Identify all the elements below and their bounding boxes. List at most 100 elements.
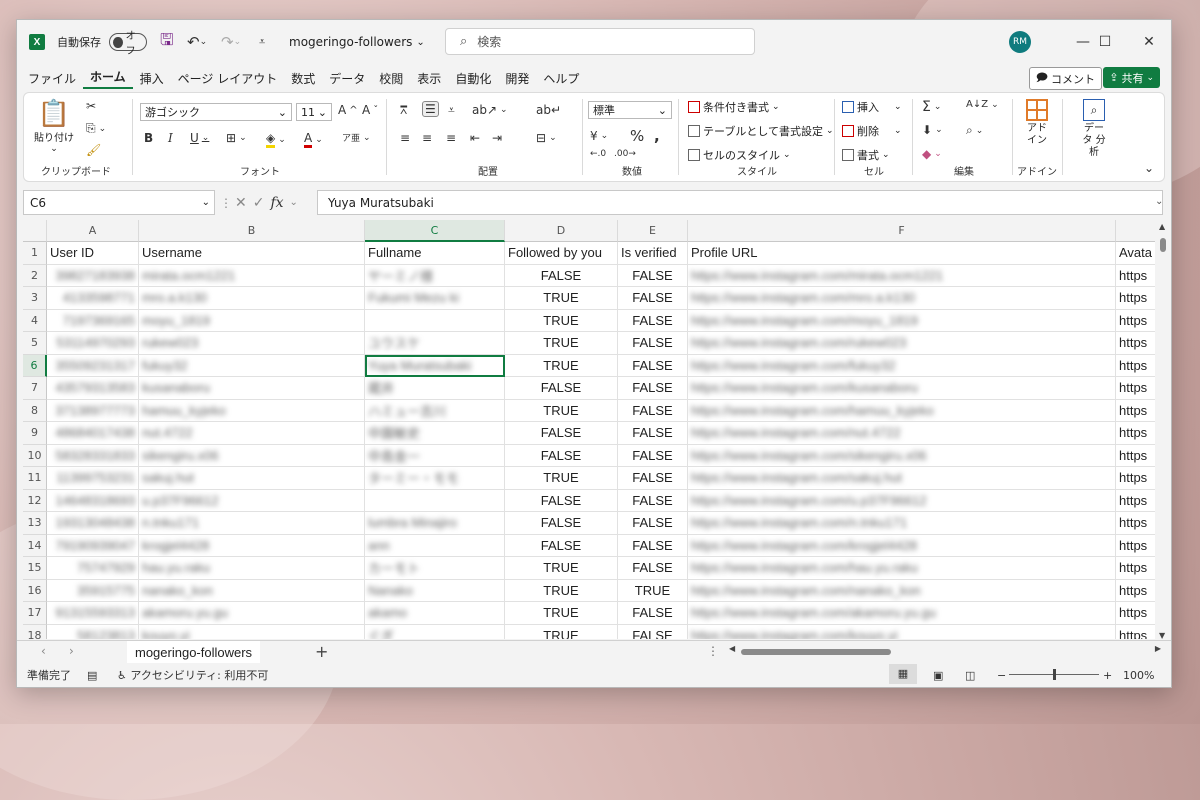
tab-file[interactable]: ファイル bbox=[21, 70, 83, 87]
table-cell[interactable]: ハミュー吉川 bbox=[365, 399, 505, 422]
table-cell[interactable]: FALSE bbox=[505, 264, 618, 287]
column-header[interactable]: E bbox=[618, 220, 688, 242]
search-box[interactable]: ⌕ 検索 bbox=[445, 28, 755, 55]
table-cell[interactable]: 7197369165 bbox=[47, 309, 139, 332]
autosave-toggle[interactable]: オフ bbox=[109, 20, 147, 64]
table-cell[interactable]: https bbox=[1116, 287, 1155, 310]
sheet-tab[interactable]: mogeringo-followers bbox=[127, 641, 261, 665]
customize-qat-icon[interactable]: ⩡ bbox=[259, 20, 265, 64]
zoom-out-icon[interactable]: − bbox=[997, 669, 1006, 682]
table-cell[interactable]: TRUE bbox=[505, 399, 618, 422]
table-cell[interactable] bbox=[365, 309, 505, 332]
autosum-icon[interactable]: Σ ⌄ bbox=[922, 99, 941, 115]
table-cell[interactable]: FALSE bbox=[505, 534, 618, 557]
table-cell[interactable]: u.p37F96612 bbox=[139, 489, 365, 512]
row-header[interactable]: 15 bbox=[23, 557, 47, 580]
row-header[interactable]: 4 bbox=[23, 309, 47, 332]
table-cell[interactable]: https bbox=[1116, 332, 1155, 355]
table-cell[interactable]: https bbox=[1116, 490, 1155, 512]
table-cell[interactable]: 35915775 bbox=[47, 579, 139, 602]
table-cell[interactable]: TRUE bbox=[505, 332, 618, 355]
table-cell[interactable]: lumbra Minajiro bbox=[365, 512, 505, 535]
table-cell[interactable]: nut.4722 bbox=[139, 422, 365, 445]
currency-icon[interactable]: ¥ ⌄ bbox=[590, 129, 608, 143]
normal-view-icon[interactable]: ▦ bbox=[889, 664, 917, 684]
table-cell[interactable]: kusanaboru bbox=[139, 377, 365, 400]
table-cell[interactable]: 79190939047 bbox=[47, 534, 139, 557]
column-header[interactable] bbox=[1116, 220, 1155, 242]
spreadsheet-grid[interactable]: A B C D E F 1 2 3 4 5 6 7 8 9 10 11 12 13 14 15 16 17 18 User ID… bbox=[23, 220, 1155, 639]
table-cell[interactable]: 35509231317 bbox=[47, 354, 139, 377]
table-cell[interactable]: TRUE bbox=[505, 467, 618, 490]
column-header[interactable]: A bbox=[47, 220, 139, 242]
row-header[interactable]: 7 bbox=[23, 377, 47, 400]
cancel-icon[interactable]: ✕ bbox=[235, 195, 247, 211]
number-format-select[interactable]: 標準 ⌄ bbox=[588, 101, 672, 119]
table-cell[interactable]: fukuy32 bbox=[139, 354, 365, 377]
zoom-slider-handle[interactable] bbox=[1053, 669, 1056, 680]
table-cell[interactable]: https bbox=[1116, 467, 1155, 490]
addins-button[interactable]: アド イン bbox=[1020, 99, 1054, 147]
tab-page-layout[interactable]: ページ レイアウト bbox=[171, 70, 285, 87]
table-cell[interactable]: TRUE bbox=[505, 602, 618, 625]
table-cell[interactable]: kouyo.yi bbox=[139, 624, 365, 639]
scroll-down-icon[interactable]: ▼ bbox=[1159, 631, 1165, 640]
table-cell[interactable]: https bbox=[1116, 557, 1155, 580]
table-cell[interactable]: https://www.instagram.com/akamoru.yu.gu bbox=[688, 602, 1116, 625]
table-cell[interactable]: 58123813 bbox=[47, 624, 139, 639]
table-cell[interactable]: TRUE bbox=[505, 287, 618, 310]
table-cell[interactable]: https bbox=[1116, 265, 1155, 287]
table-cell[interactable]: FALSE bbox=[618, 534, 688, 557]
align-right-icon[interactable]: ≡ bbox=[446, 131, 456, 145]
row-header[interactable]: 12 bbox=[23, 489, 47, 512]
table-cell[interactable]: 53114970293 bbox=[47, 332, 139, 355]
table-cell[interactable]: 58328331833 bbox=[47, 444, 139, 467]
format-cells-button[interactable]: 書式 ⌄ bbox=[842, 147, 890, 163]
table-cell[interactable]: 4133598771 bbox=[47, 287, 139, 310]
table-cell[interactable]: FALSE bbox=[618, 354, 688, 377]
percent-icon[interactable]: % bbox=[630, 127, 644, 145]
table-cell[interactable]: FALSE bbox=[618, 422, 688, 445]
format-as-table-button[interactable]: テーブルとして書式設定 ⌄ bbox=[688, 123, 834, 139]
vertical-scroll-thumb[interactable] bbox=[1160, 238, 1166, 252]
header-cell[interactable]: User ID bbox=[47, 242, 139, 265]
table-cell[interactable]: カーモト bbox=[365, 557, 505, 580]
avatar[interactable]: RM bbox=[1009, 20, 1031, 64]
row-header[interactable]: 18 bbox=[23, 624, 47, 639]
row-header[interactable]: 6 bbox=[23, 354, 47, 377]
table-cell[interactable]: mro.a.k130 bbox=[139, 287, 365, 310]
table-cell[interactable]: https://www.instagram.com/mirata.ocm1221 bbox=[688, 264, 1116, 287]
table-cell[interactable]: sikengiru.x06 bbox=[139, 444, 365, 467]
data-analysis-button[interactable]: ⌕ データ 分析 bbox=[1076, 99, 1112, 159]
table-cell[interactable]: https://www.instagram.com/sikengiru.x06 bbox=[688, 444, 1116, 467]
header-cell[interactable]: Profile URL bbox=[688, 242, 1116, 265]
table-cell[interactable]: TRUE bbox=[618, 579, 688, 602]
table-cell[interactable]: 75747929 bbox=[47, 557, 139, 580]
column-header[interactable]: F bbox=[688, 220, 1116, 242]
table-cell[interactable]: TRUE bbox=[505, 354, 618, 377]
scroll-right-icon[interactable]: ▶ bbox=[1155, 644, 1161, 653]
redo-icon[interactable]: ↷ ⌄ bbox=[221, 20, 241, 64]
table-cell[interactable]: https://www.instagram.com/sakuj.hut bbox=[688, 467, 1116, 490]
header-cell[interactable]: Followed by you bbox=[505, 242, 618, 265]
expand-formula-icon[interactable]: ⌄ bbox=[1155, 196, 1163, 207]
bold-button[interactable]: B bbox=[144, 131, 153, 145]
comma-icon[interactable]: , bbox=[654, 127, 660, 145]
tab-data[interactable]: データ bbox=[322, 70, 372, 87]
phonetic-icon[interactable]: ア亜 ⌄ bbox=[342, 131, 371, 145]
table-cell[interactable]: FALSE bbox=[618, 489, 688, 512]
tab-home[interactable]: ホーム bbox=[83, 68, 133, 89]
increase-font-icon[interactable]: A ^ bbox=[338, 103, 358, 117]
table-cell[interactable]: akamoru.yu.gu bbox=[139, 602, 365, 625]
prev-sheet-icon[interactable]: ‹ bbox=[41, 644, 46, 658]
name-box[interactable]: C6 ⌄ bbox=[23, 190, 215, 215]
table-cell[interactable]: https://www.instagram.com/hau.yu.raku bbox=[688, 557, 1116, 580]
select-all-corner[interactable] bbox=[23, 220, 47, 242]
add-sheet-button[interactable]: + bbox=[315, 642, 328, 661]
wrap-text-icon[interactable]: ab↵ bbox=[536, 103, 561, 117]
table-cell[interactable]: 11399753231 bbox=[47, 467, 139, 490]
conditional-format-button[interactable]: 条件付き書式 ⌄ bbox=[688, 99, 780, 115]
scroll-up-icon[interactable]: ▲ bbox=[1159, 222, 1165, 231]
tab-view[interactable]: 表示 bbox=[410, 70, 448, 87]
column-header[interactable]: D bbox=[505, 220, 618, 242]
